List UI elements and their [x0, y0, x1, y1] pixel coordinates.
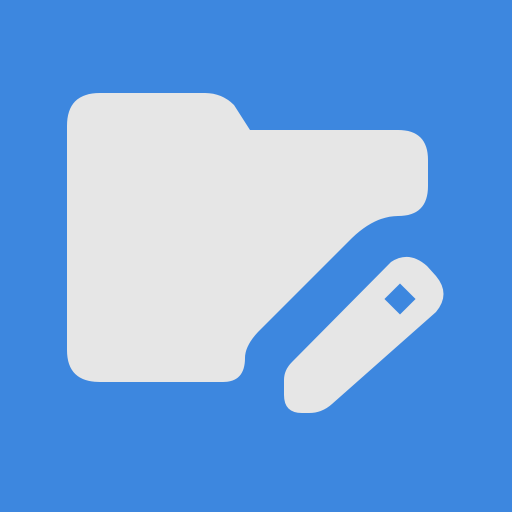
folder-edit-icon — [0, 0, 512, 512]
app-icon-folder-edit — [0, 0, 512, 512]
